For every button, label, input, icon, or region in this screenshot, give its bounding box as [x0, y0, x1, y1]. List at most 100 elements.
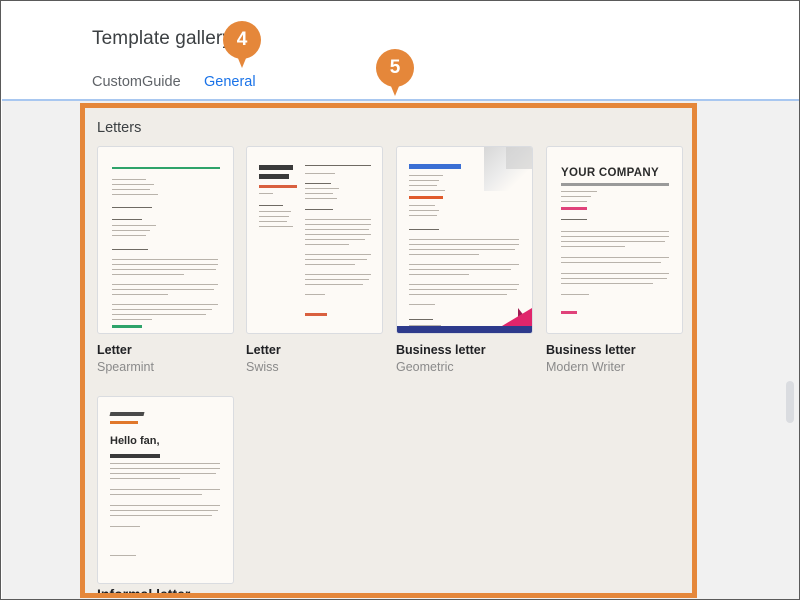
tab-general[interactable]: General — [204, 74, 256, 98]
thumb-text-line — [305, 284, 363, 285]
thumb-text-line — [561, 191, 597, 192]
template-subtitle: Modern Writer — [546, 360, 625, 374]
template-title-informal-letter: Informal letter — [97, 586, 191, 598]
thumb-text-line — [305, 264, 355, 265]
thumb-text-line — [112, 269, 216, 270]
page-title: Template gallery — [92, 28, 232, 49]
thumb-text-line — [112, 309, 212, 310]
thumb-text-line — [112, 235, 146, 236]
template-thumbnail[interactable]: YOUR COMPANY — [546, 146, 683, 334]
template-subtitle: Swiss — [246, 360, 279, 374]
thumb-text-line — [112, 289, 214, 290]
thumb-text-line — [561, 257, 669, 258]
thumb-text-line — [112, 294, 168, 295]
thumb-text-line — [305, 279, 369, 280]
template-title: Business letter — [546, 343, 636, 357]
thumb-divider-rule — [561, 183, 669, 186]
thumb-text-line — [409, 215, 437, 216]
thumb-text-line — [561, 241, 665, 242]
thumb-text-line — [112, 319, 152, 320]
thumb-accent-rule — [112, 167, 220, 169]
thumb-text-line — [110, 489, 220, 490]
template-thumbnail[interactable]: Hello fan, — [97, 396, 234, 584]
scrollbar-thumb[interactable] — [786, 381, 794, 423]
thumb-text-line — [409, 274, 469, 275]
thumb-text-line — [409, 254, 479, 255]
thumb-text-line — [409, 185, 437, 186]
thumb-text-line — [409, 205, 435, 206]
thumb-role-accent — [259, 185, 297, 188]
thumb-geometric-shape — [502, 308, 532, 326]
thumb-signature-accent — [561, 311, 577, 314]
template-thumbnail[interactable] — [396, 146, 533, 334]
template-title: Letter — [246, 343, 281, 357]
thumb-text-line — [112, 179, 146, 180]
thumb-accent-line — [409, 196, 443, 199]
thumb-text-line — [409, 180, 439, 181]
thumb-text-line — [561, 236, 669, 237]
thumb-text-line — [305, 224, 371, 225]
thumb-text-line — [305, 239, 365, 240]
template-title: Letter — [97, 343, 132, 357]
tab-customguide[interactable]: CustomGuide — [92, 74, 181, 98]
thumb-name-line — [259, 174, 289, 179]
thumb-text-line — [259, 211, 291, 212]
thumb-signature-accent — [305, 313, 327, 316]
template-subtitle: Geometric — [396, 360, 454, 374]
thumb-text-line — [305, 219, 371, 220]
thumb-subheading — [110, 454, 160, 458]
thumb-script-name — [109, 412, 145, 416]
template-card-letter-swiss[interactable]: Letter Swiss — [246, 146, 383, 375]
thumb-text-line — [112, 207, 152, 208]
thumb-text-line — [110, 515, 212, 516]
thumb-text-line — [305, 229, 369, 230]
thumb-text-line — [112, 194, 158, 195]
thumb-text-line — [305, 259, 367, 260]
template-subtitle: Spearmint — [97, 360, 154, 374]
thumb-text-line — [561, 196, 591, 197]
thumb-text-line — [259, 226, 293, 227]
thumb-company-title: YOUR COMPANY — [561, 167, 659, 179]
thumb-text-line — [305, 234, 371, 235]
thumb-text-line — [110, 510, 218, 511]
thumb-text-line — [561, 231, 669, 232]
thumb-text-line — [409, 249, 515, 250]
template-card-business-letter-modern-writer[interactable]: YOUR COMPANY Business letter Modern Writ… — [546, 146, 683, 375]
thumb-text-line — [305, 183, 331, 184]
thumb-greeting: Hello fan, — [110, 435, 160, 447]
thumb-text-line — [110, 505, 220, 506]
thumb-text-line — [409, 269, 511, 270]
callout-pin-5: 5 — [376, 49, 414, 96]
thumb-text-line — [409, 229, 439, 230]
gallery-scrollbar[interactable] — [782, 101, 798, 599]
template-card-letter-spearmint[interactable]: Letter Spearmint — [97, 146, 234, 375]
thumb-text-line — [409, 239, 519, 240]
thumb-text-line — [561, 201, 587, 202]
thumb-text-line — [259, 193, 273, 194]
thumb-text-line — [409, 175, 443, 176]
template-card-business-letter-geometric[interactable]: Business letter Geometric — [396, 146, 533, 375]
thumb-text-line — [112, 264, 218, 265]
thumb-text-line — [110, 526, 140, 527]
thumb-text-line — [305, 244, 349, 245]
thumb-text-line — [112, 219, 142, 220]
thumb-text-line — [259, 221, 287, 222]
thumb-text-line — [112, 230, 150, 231]
template-gallery-viewport: Letters Letter Spearmint Letter Swiss Bu… — [2, 101, 799, 599]
thumb-text-line — [409, 244, 519, 245]
template-card-informal-letter[interactable]: Hello fan, — [97, 396, 234, 584]
thumb-text-line — [409, 284, 519, 285]
thumb-text-line — [112, 274, 184, 275]
thumb-date-accent — [110, 421, 138, 424]
thumb-text-line — [409, 210, 439, 211]
thumb-text-line — [259, 205, 283, 206]
thumb-text-line — [110, 473, 216, 474]
thumb-text-line — [112, 284, 218, 285]
thumb-text-line — [305, 294, 325, 295]
thumb-text-line — [305, 188, 339, 189]
thumb-text-line — [561, 246, 625, 247]
thumb-text-line — [561, 283, 653, 284]
app-window: Template gallery CustomGuide General Let… — [0, 0, 800, 600]
template-thumbnail[interactable] — [97, 146, 234, 334]
template-thumbnail[interactable] — [246, 146, 383, 334]
